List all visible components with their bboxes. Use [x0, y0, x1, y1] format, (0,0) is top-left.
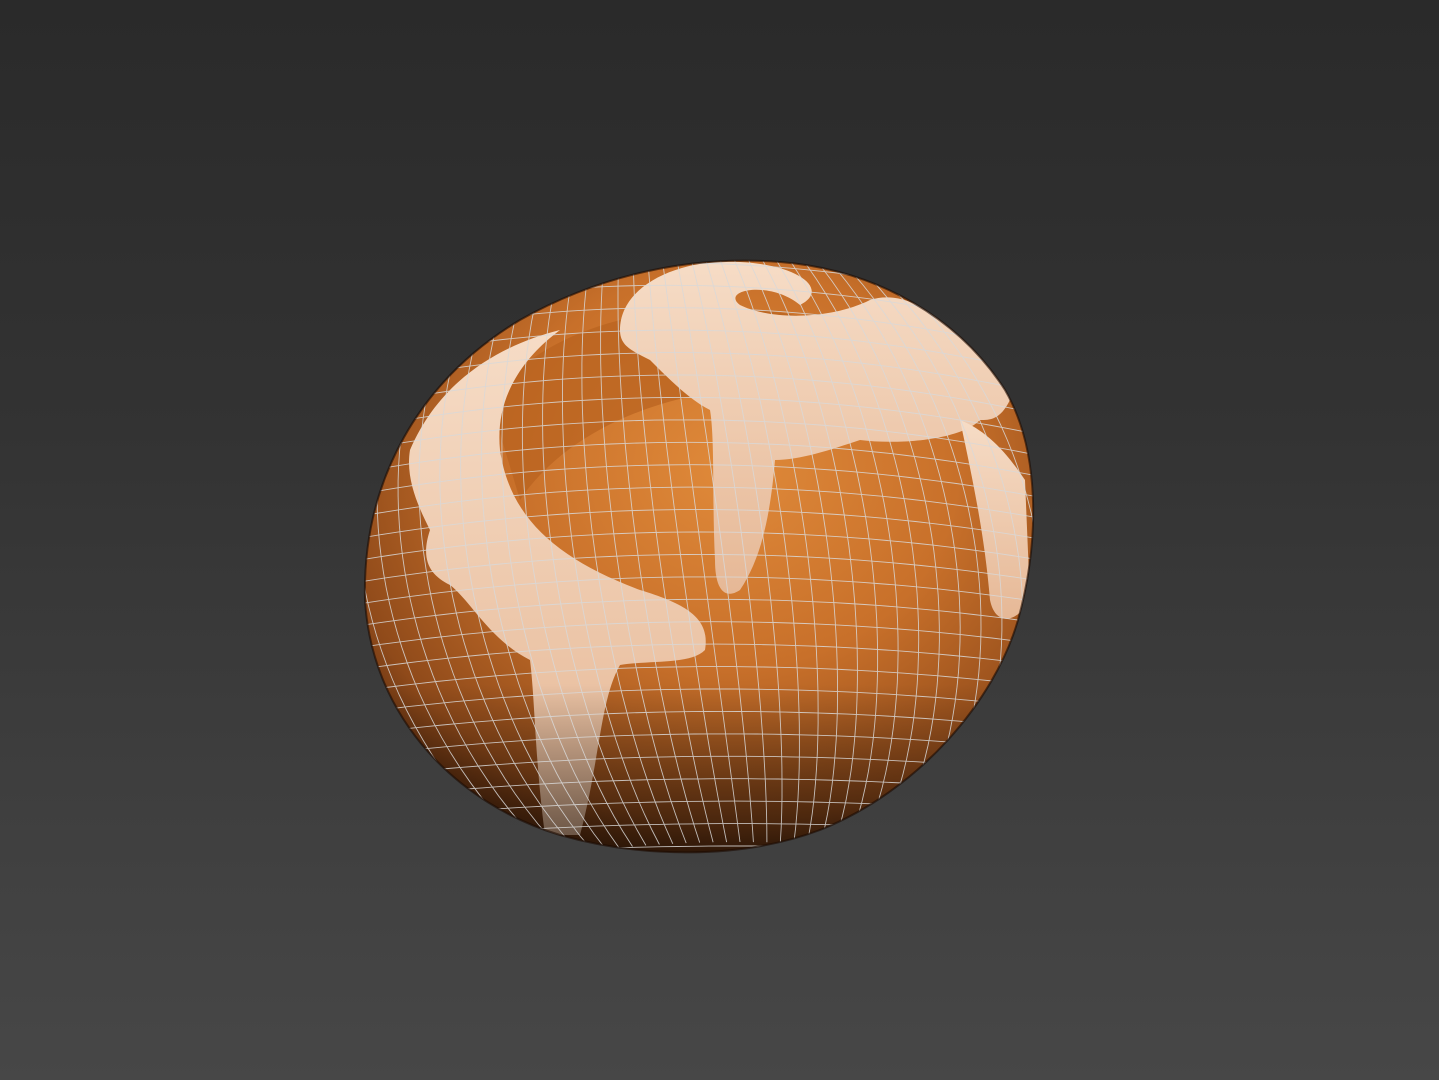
wireframe-parallel	[364, 260, 1034, 270]
3d-viewport[interactable]	[0, 0, 1439, 1080]
viewport-scene	[363, 259, 1035, 854]
